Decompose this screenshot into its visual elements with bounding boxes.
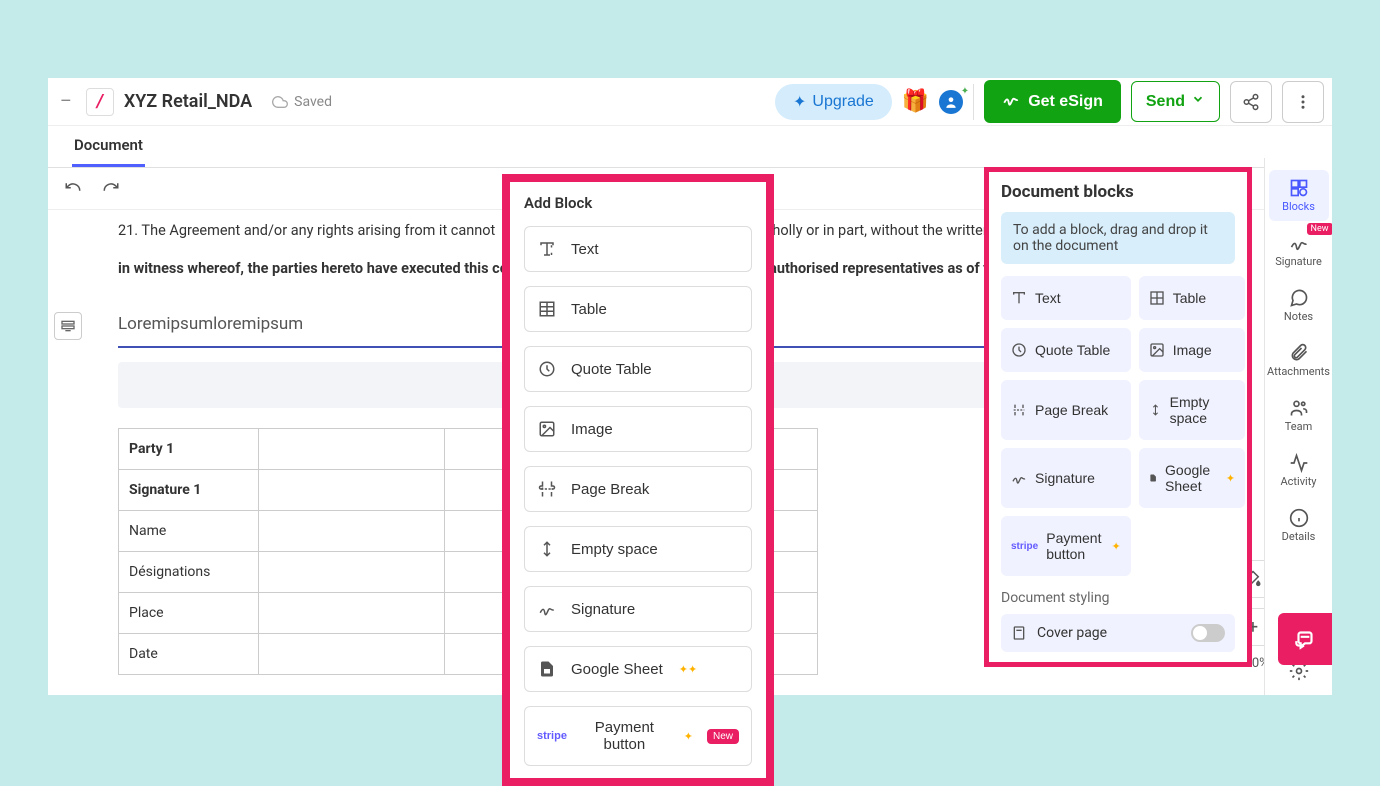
block-image[interactable]: Image bbox=[524, 406, 752, 452]
grid-page-break[interactable]: Page Break bbox=[1001, 380, 1131, 440]
text-icon bbox=[537, 239, 557, 259]
add-block-popover: Add Block Text Table Quote Table Image P… bbox=[502, 174, 774, 786]
cover-page-label: Cover page bbox=[1037, 625, 1107, 641]
styling-title: Document styling bbox=[1001, 590, 1235, 606]
cover-page-toggle[interactable] bbox=[1191, 624, 1225, 642]
block-signature-label: Signature bbox=[571, 601, 635, 618]
rail-blocks[interactable]: Blocks bbox=[1269, 170, 1329, 221]
block-text-label: Text bbox=[571, 241, 599, 258]
redo-button[interactable] bbox=[102, 178, 120, 200]
rail-activity-label: Activity bbox=[1280, 475, 1316, 488]
doc-blocks-hint: To add a block, drag and drop it on the … bbox=[1001, 212, 1235, 264]
new-badge: New bbox=[1307, 223, 1332, 235]
grid-google-sheet[interactable]: Google Sheet✦ bbox=[1139, 448, 1245, 508]
tabs-bar: Document bbox=[48, 126, 1332, 168]
block-empty-space-label: Empty space bbox=[571, 541, 658, 558]
block-table[interactable]: Table bbox=[524, 286, 752, 332]
signature-icon bbox=[1002, 90, 1020, 113]
block-text[interactable]: Text bbox=[524, 226, 752, 272]
upgrade-label: Upgrade bbox=[812, 93, 873, 111]
sparkle-icon: ✦ bbox=[684, 730, 693, 743]
chat-fab[interactable] bbox=[1278, 613, 1332, 665]
rail-attachments[interactable]: Attachments bbox=[1269, 335, 1329, 386]
grid-payment-button[interactable]: stripe Payment button✦ bbox=[1001, 516, 1131, 576]
block-google-sheet-label: Google Sheet bbox=[571, 661, 663, 678]
para2-a: in witness whereof, the parties hereto h… bbox=[118, 260, 533, 277]
rail-team[interactable]: Team bbox=[1269, 390, 1329, 441]
chevron-down-icon bbox=[1191, 92, 1205, 111]
top-bar: – / XYZ Retail_NDA Saved ✦ Upgrade 🎁 Get… bbox=[48, 78, 1332, 126]
rail-signature[interactable]: New Signature bbox=[1269, 225, 1329, 276]
doc-logo-icon: / bbox=[86, 88, 114, 116]
page-break-icon bbox=[537, 479, 557, 499]
divider bbox=[973, 84, 974, 120]
sparkle-icon: ✦✦ bbox=[679, 663, 697, 676]
send-label: Send bbox=[1146, 93, 1185, 111]
stripe-icon: stripe bbox=[537, 730, 567, 742]
image-icon bbox=[537, 419, 557, 439]
block-table-label: Table bbox=[571, 301, 607, 318]
signature-icon bbox=[537, 599, 557, 619]
rail-signature-label: Signature bbox=[1275, 255, 1322, 268]
saved-label: Saved bbox=[294, 94, 332, 110]
saved-indicator: Saved bbox=[270, 92, 332, 112]
block-payment-button[interactable]: stripe Payment button ✦ New bbox=[524, 706, 752, 766]
block-empty-space[interactable]: Empty space bbox=[524, 526, 752, 572]
block-image-label: Image bbox=[571, 421, 613, 438]
block-page-break[interactable]: Page Break bbox=[524, 466, 752, 512]
block-payment-label: Payment button bbox=[581, 719, 668, 753]
grid-text[interactable]: Text bbox=[1001, 276, 1131, 320]
get-esign-label: Get eSign bbox=[1028, 93, 1103, 111]
send-button[interactable]: Send bbox=[1131, 81, 1220, 122]
block-grid: Text Table Quote Table Image Page Break … bbox=[1001, 276, 1235, 576]
grid-signature[interactable]: Signature bbox=[1001, 448, 1131, 508]
table-icon bbox=[537, 299, 557, 319]
sparkle-icon: ✦ bbox=[793, 92, 806, 112]
add-block-handle[interactable] bbox=[54, 312, 82, 340]
new-badge: New bbox=[707, 729, 739, 744]
user-avatar[interactable] bbox=[939, 90, 963, 114]
empty-space-icon bbox=[537, 539, 557, 559]
grid-table[interactable]: Table bbox=[1139, 276, 1245, 320]
rail-team-label: Team bbox=[1285, 420, 1313, 433]
document-blocks-panel: Document blocks To add a block, drag and… bbox=[984, 167, 1252, 667]
grid-quote-table[interactable]: Quote Table bbox=[1001, 328, 1131, 372]
block-page-break-label: Page Break bbox=[571, 481, 649, 498]
doc-blocks-title: Document blocks bbox=[1001, 182, 1235, 202]
get-esign-button[interactable]: Get eSign bbox=[984, 80, 1121, 123]
gift-icon[interactable]: 🎁 bbox=[902, 89, 929, 114]
google-sheet-icon bbox=[537, 659, 557, 679]
rail-activity[interactable]: Activity bbox=[1269, 445, 1329, 496]
back-handle[interactable]: – bbox=[56, 91, 76, 112]
rail-details[interactable]: Details bbox=[1269, 500, 1329, 551]
add-block-title: Add Block bbox=[524, 194, 752, 212]
block-quote-table-label: Quote Table bbox=[571, 361, 652, 378]
block-quote-table[interactable]: Quote Table bbox=[524, 346, 752, 392]
rail-attachments-label: Attachments bbox=[1267, 365, 1330, 378]
para1-prefix: 21. The Agreement and/or any rights aris… bbox=[118, 222, 499, 239]
tab-document[interactable]: Document bbox=[72, 126, 145, 167]
cover-page-toggle-row: Cover page bbox=[1001, 614, 1235, 652]
grid-empty-space[interactable]: Empty space bbox=[1139, 380, 1245, 440]
block-signature[interactable]: Signature bbox=[524, 586, 752, 632]
block-google-sheet[interactable]: Google Sheet ✦✦ bbox=[524, 646, 752, 692]
grid-image[interactable]: Image bbox=[1139, 328, 1245, 372]
undo-button[interactable] bbox=[64, 178, 82, 200]
rail-blocks-label: Blocks bbox=[1282, 200, 1315, 213]
more-button[interactable] bbox=[1282, 81, 1324, 123]
quote-table-icon bbox=[537, 359, 557, 379]
rail-details-label: Details bbox=[1282, 530, 1316, 543]
cloud-icon bbox=[270, 92, 290, 112]
rail-notes-label: Notes bbox=[1284, 310, 1313, 323]
rail-notes[interactable]: Notes bbox=[1269, 280, 1329, 331]
doc-title: XYZ Retail_NDA bbox=[124, 91, 252, 112]
share-button[interactable] bbox=[1230, 81, 1272, 123]
upgrade-button[interactable]: ✦ Upgrade bbox=[775, 84, 892, 120]
